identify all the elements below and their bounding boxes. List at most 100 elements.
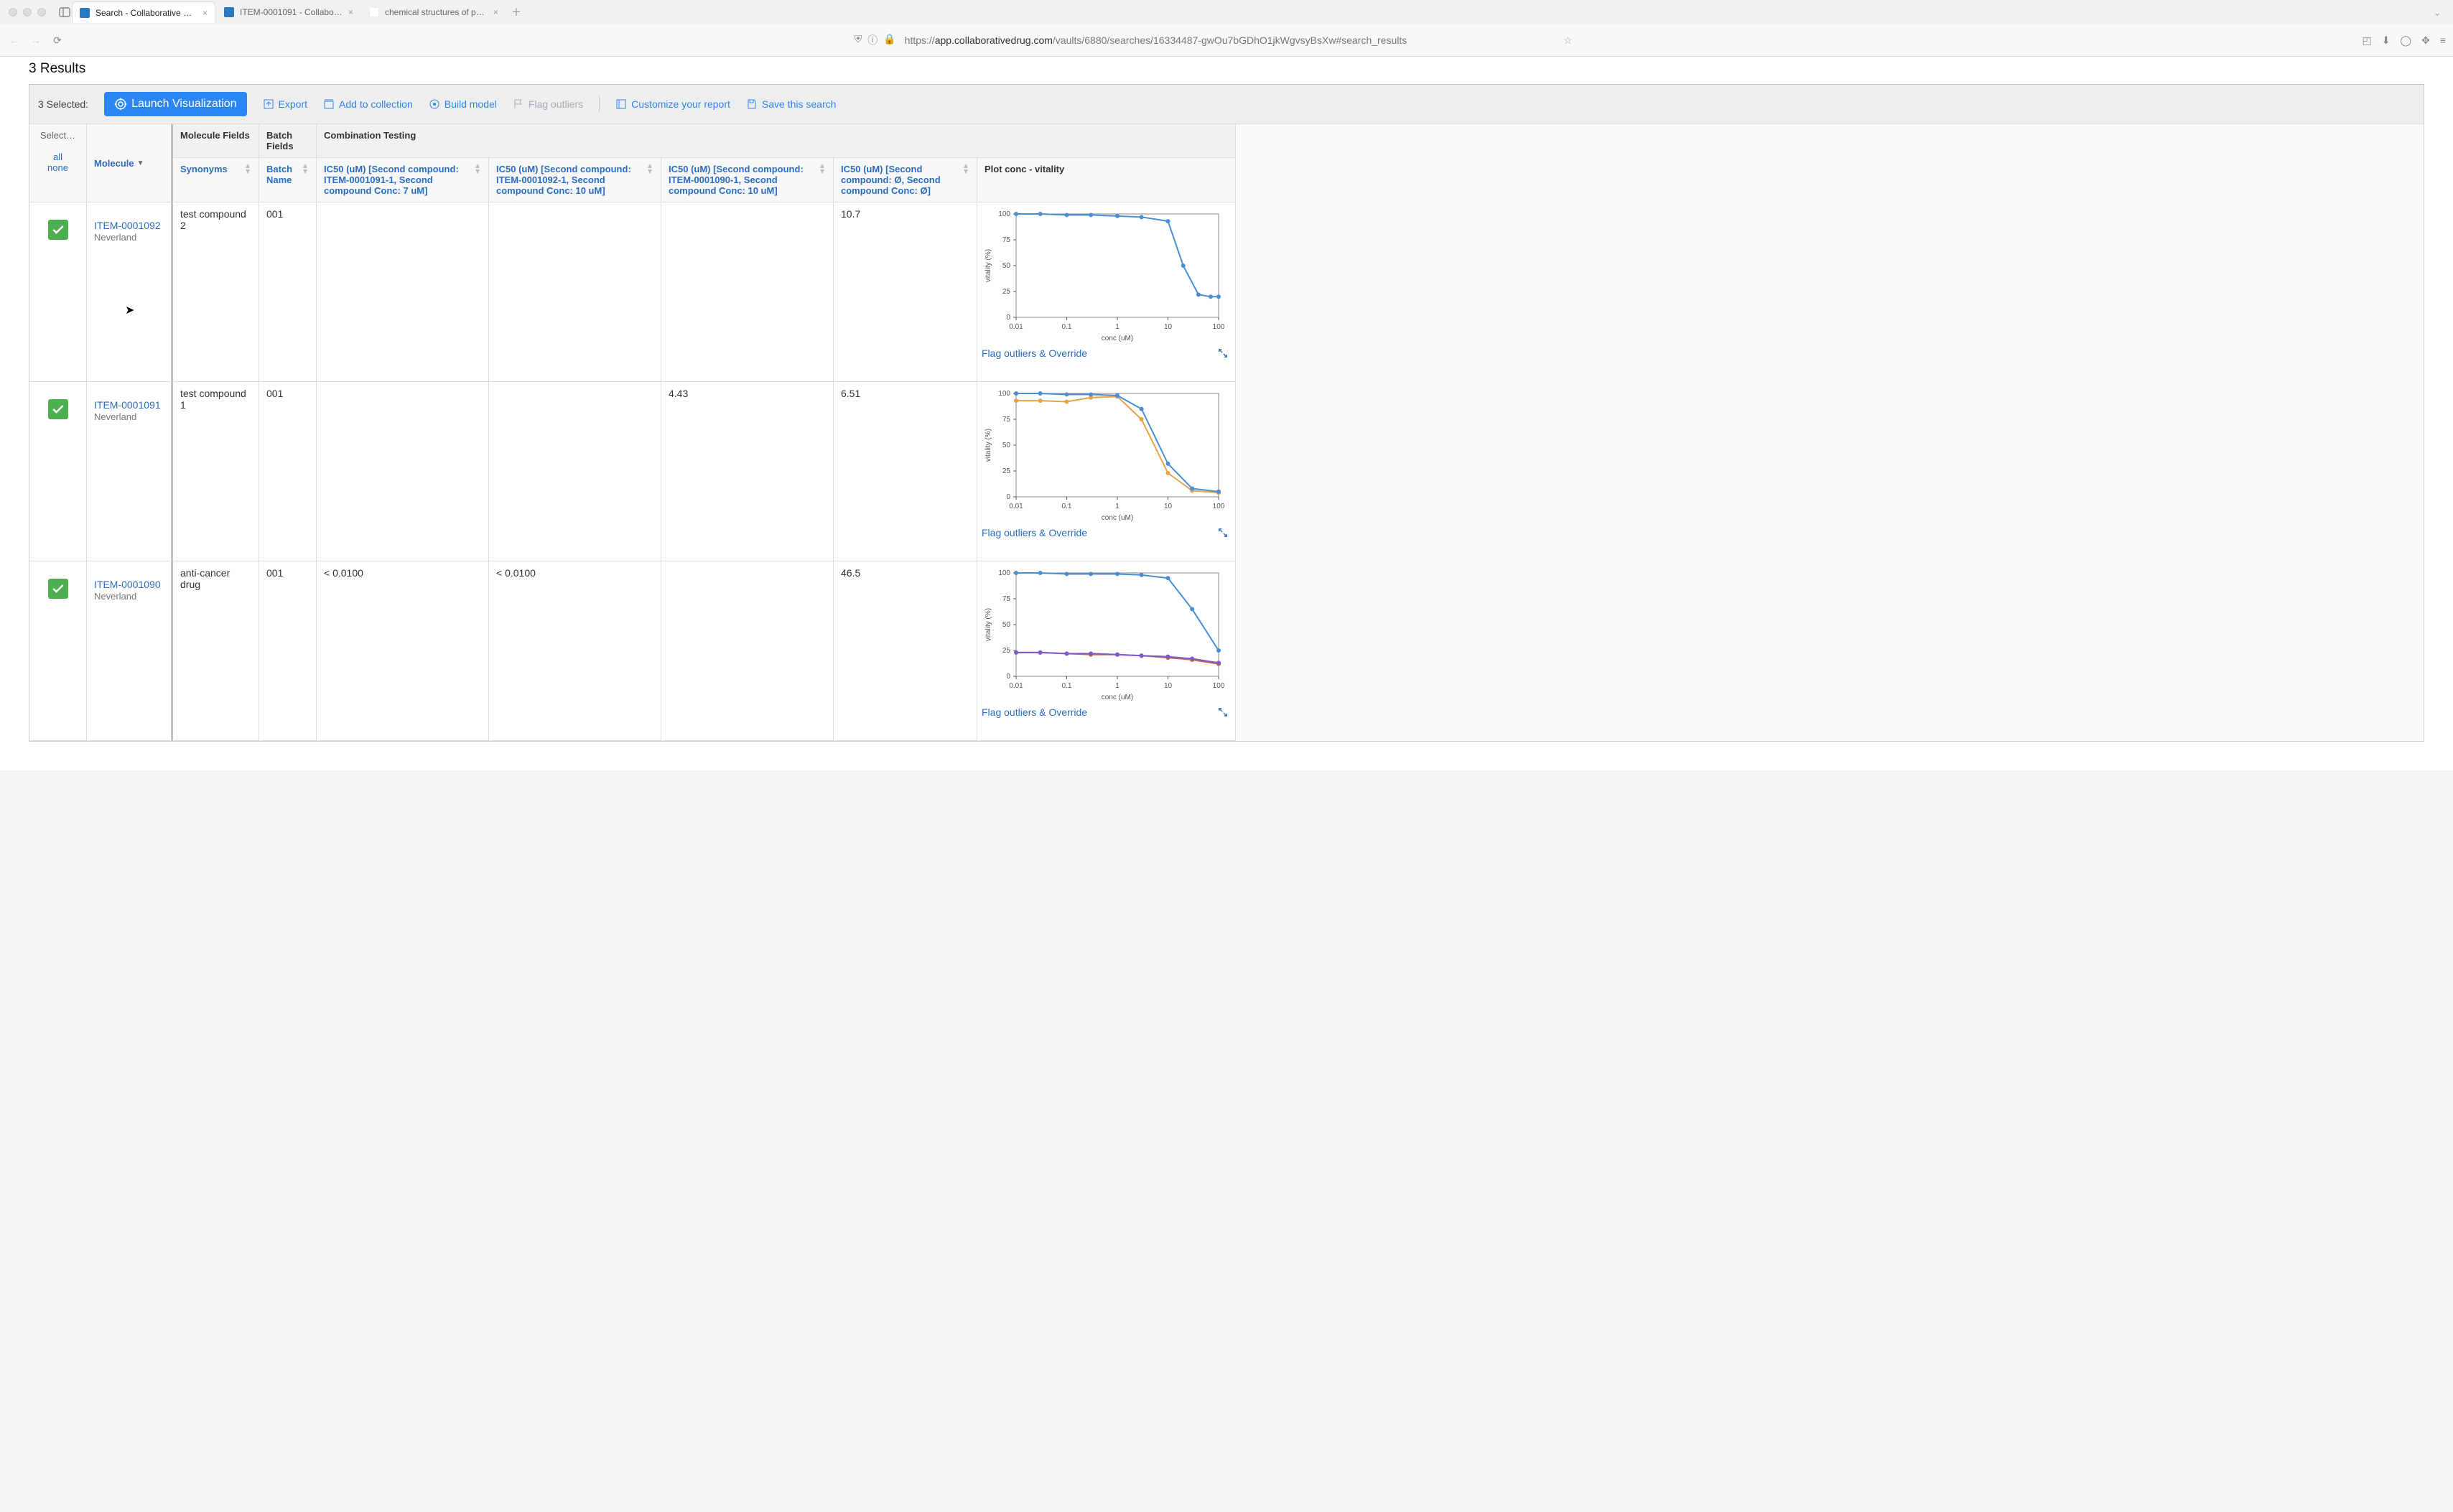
expand-icon[interactable] (1218, 348, 1228, 358)
permissions-icon[interactable]: ⓘ (867, 33, 878, 47)
tab-strip: Search - Collaborative Drug Dis × ITEM-0… (0, 0, 2453, 24)
molecule-column-header[interactable]: Molecule ▼ (87, 124, 173, 202)
launch-visualization-button[interactable]: Launch Visualization (104, 92, 246, 116)
extensions-icon[interactable]: ✥ (2421, 34, 2430, 47)
svg-text:0.1: 0.1 (1062, 503, 1072, 510)
batch-name-column-header[interactable]: ▲▼ Batch Name (259, 158, 317, 202)
sort-icon[interactable]: ▲▼ (244, 164, 251, 175)
molecule-cell: ITEM-0001092 Neverland ➤ (87, 202, 173, 382)
bookmark-star-icon[interactable]: ☆ (1563, 34, 1573, 47)
downloads-icon[interactable]: ⬇ (2382, 34, 2391, 47)
address-toolbar: ← → ⟳ ⛨ ⓘ 🔒 https://app.collaborativedru… (0, 24, 2453, 56)
vault-label: Neverland (94, 591, 136, 602)
svg-text:100: 100 (998, 390, 1010, 398)
sort-icon[interactable]: ▲▼ (302, 164, 309, 175)
select-none-link[interactable]: none (37, 162, 79, 173)
svg-text:100: 100 (1213, 503, 1225, 510)
sort-icon[interactable]: ▲▼ (819, 164, 826, 175)
back-button[interactable]: ← (7, 34, 22, 46)
ic50-b-column-header[interactable]: ▲▼ IC50 (uM) [Second compound: ITEM-0001… (489, 158, 661, 202)
flag-icon (513, 98, 524, 110)
dropdown-icon[interactable]: ▼ (137, 159, 144, 167)
save-search-button[interactable]: Save this search (746, 98, 837, 110)
sort-icon[interactable]: ▲▼ (646, 164, 653, 175)
tab-favicon-icon (80, 8, 90, 18)
shield-icon[interactable]: ⛨ (855, 33, 862, 47)
tabs-overflow-icon[interactable]: ⌄ (2433, 6, 2442, 19)
menu-icon[interactable]: ≡ (2440, 34, 2446, 46)
tab-label: ITEM-0001091 - Collaborative D (240, 7, 343, 17)
item-link[interactable]: ITEM-0001092 (94, 220, 161, 231)
browser-tab[interactable]: chemical structures of perfume × (362, 1, 506, 23)
flag-outliers-override-link[interactable]: Flag outliers & Override (982, 706, 1087, 718)
address-bar[interactable]: ⛨ ⓘ 🔒 https://app.collaborativedrug.com/… (855, 32, 1573, 49)
results-toolbar: 3 Selected: Launch Visualization Export … (29, 85, 2424, 124)
reader-icon[interactable]: ◰ (2362, 34, 2371, 47)
ic50-d-column-header[interactable]: ▲▼ IC50 (uM) [Second compound: Ø, Second… (834, 158, 977, 202)
synonym-cell: test compound 2 (173, 202, 259, 382)
expand-icon[interactable] (1218, 528, 1228, 538)
sort-icon[interactable]: ▲▼ (474, 164, 481, 175)
expand-icon[interactable] (1218, 707, 1228, 717)
page-content: 3 Results 3 Selected: Launch Visualizati… (0, 57, 2453, 770)
synonyms-column-header[interactable]: ▲▼ Synonyms (173, 158, 259, 202)
ic50-b-cell: < 0.0100 (489, 561, 661, 741)
forward-button[interactable]: → (29, 34, 43, 46)
results-container: 3 Selected: Launch Visualization Export … (29, 84, 2424, 742)
export-button[interactable]: Export (263, 98, 307, 110)
molecule-cell: ITEM-0001090 Neverland (87, 561, 173, 741)
flag-outliers-override-link[interactable]: Flag outliers & Override (982, 347, 1087, 359)
row-checkbox[interactable] (48, 220, 68, 240)
maximize-window-icon[interactable] (37, 8, 46, 17)
svg-text:vitality (%): vitality (%) (985, 429, 992, 462)
dose-response-plot: 02550751000.010.1110100conc (uM)vitality… (982, 566, 1226, 702)
batch-cell: 001 (259, 382, 317, 561)
svg-text:75: 75 (1002, 416, 1011, 424)
svg-text:100: 100 (998, 569, 1010, 577)
ic50-c-column-header[interactable]: ▲▼ IC50 (uM) [Second compound: ITEM-0001… (661, 158, 834, 202)
flag-outliers-button[interactable]: Flag outliers (513, 98, 583, 110)
model-icon (429, 98, 440, 110)
window-controls[interactable] (4, 8, 50, 17)
ic50-b-cell (489, 202, 661, 382)
svg-text:25: 25 (1002, 288, 1011, 296)
sidebar-toggle-icon[interactable] (59, 6, 70, 18)
svg-text:0.1: 0.1 (1062, 682, 1072, 690)
svg-text:10: 10 (1164, 323, 1173, 331)
svg-text:conc (uM): conc (uM) (1102, 694, 1133, 701)
build-model-button[interactable]: Build model (429, 98, 497, 110)
close-window-icon[interactable] (9, 8, 17, 17)
svg-text:1: 1 (1115, 682, 1120, 690)
lock-icon[interactable]: 🔒 (883, 33, 895, 47)
account-icon[interactable]: ◯ (2400, 34, 2411, 47)
tab-close-icon[interactable]: × (493, 7, 498, 17)
item-link[interactable]: ITEM-0001091 (94, 399, 161, 411)
row-checkbox[interactable] (48, 579, 68, 599)
ic50-a-column-header[interactable]: ▲▼ IC50 (uM) [Second compound: ITEM-0001… (317, 158, 489, 202)
browser-chrome: Search - Collaborative Drug Dis × ITEM-0… (0, 0, 2453, 57)
tab-close-icon[interactable]: × (203, 8, 208, 18)
item-link[interactable]: ITEM-0001090 (94, 579, 161, 590)
add-to-collection-button[interactable]: Add to collection (323, 98, 413, 110)
svg-text:conc (uM): conc (uM) (1102, 514, 1133, 522)
browser-tab[interactable]: ITEM-0001091 - Collaborative D × (217, 1, 360, 23)
collection-icon (323, 98, 335, 110)
select-all-link[interactable]: all (37, 151, 79, 162)
flag-outliers-override-link[interactable]: Flag outliers & Override (982, 527, 1087, 538)
svg-text:0.01: 0.01 (1009, 682, 1023, 690)
reload-button[interactable]: ⟳ (50, 34, 65, 47)
sort-icon[interactable]: ▲▼ (962, 164, 969, 175)
browser-tab-active[interactable]: Search - Collaborative Drug Dis × (72, 1, 215, 23)
svg-text:75: 75 (1002, 236, 1011, 244)
tab-close-icon[interactable]: × (348, 7, 353, 17)
svg-text:0.1: 0.1 (1062, 323, 1072, 331)
new-tab-button[interactable]: ＋ (507, 3, 526, 22)
customize-report-button[interactable]: Customize your report (615, 98, 730, 110)
row-checkbox[interactable] (48, 399, 68, 419)
mouse-cursor-icon: ➤ (125, 303, 134, 317)
ic50-d-cell: 6.51 (834, 382, 977, 561)
results-table: Select… all none Molecule ▼ Molecule Fie… (29, 124, 2424, 741)
ic50-a-cell: < 0.0100 (317, 561, 489, 741)
minimize-window-icon[interactable] (23, 8, 32, 17)
select-column-header: Select… all none (29, 124, 87, 202)
